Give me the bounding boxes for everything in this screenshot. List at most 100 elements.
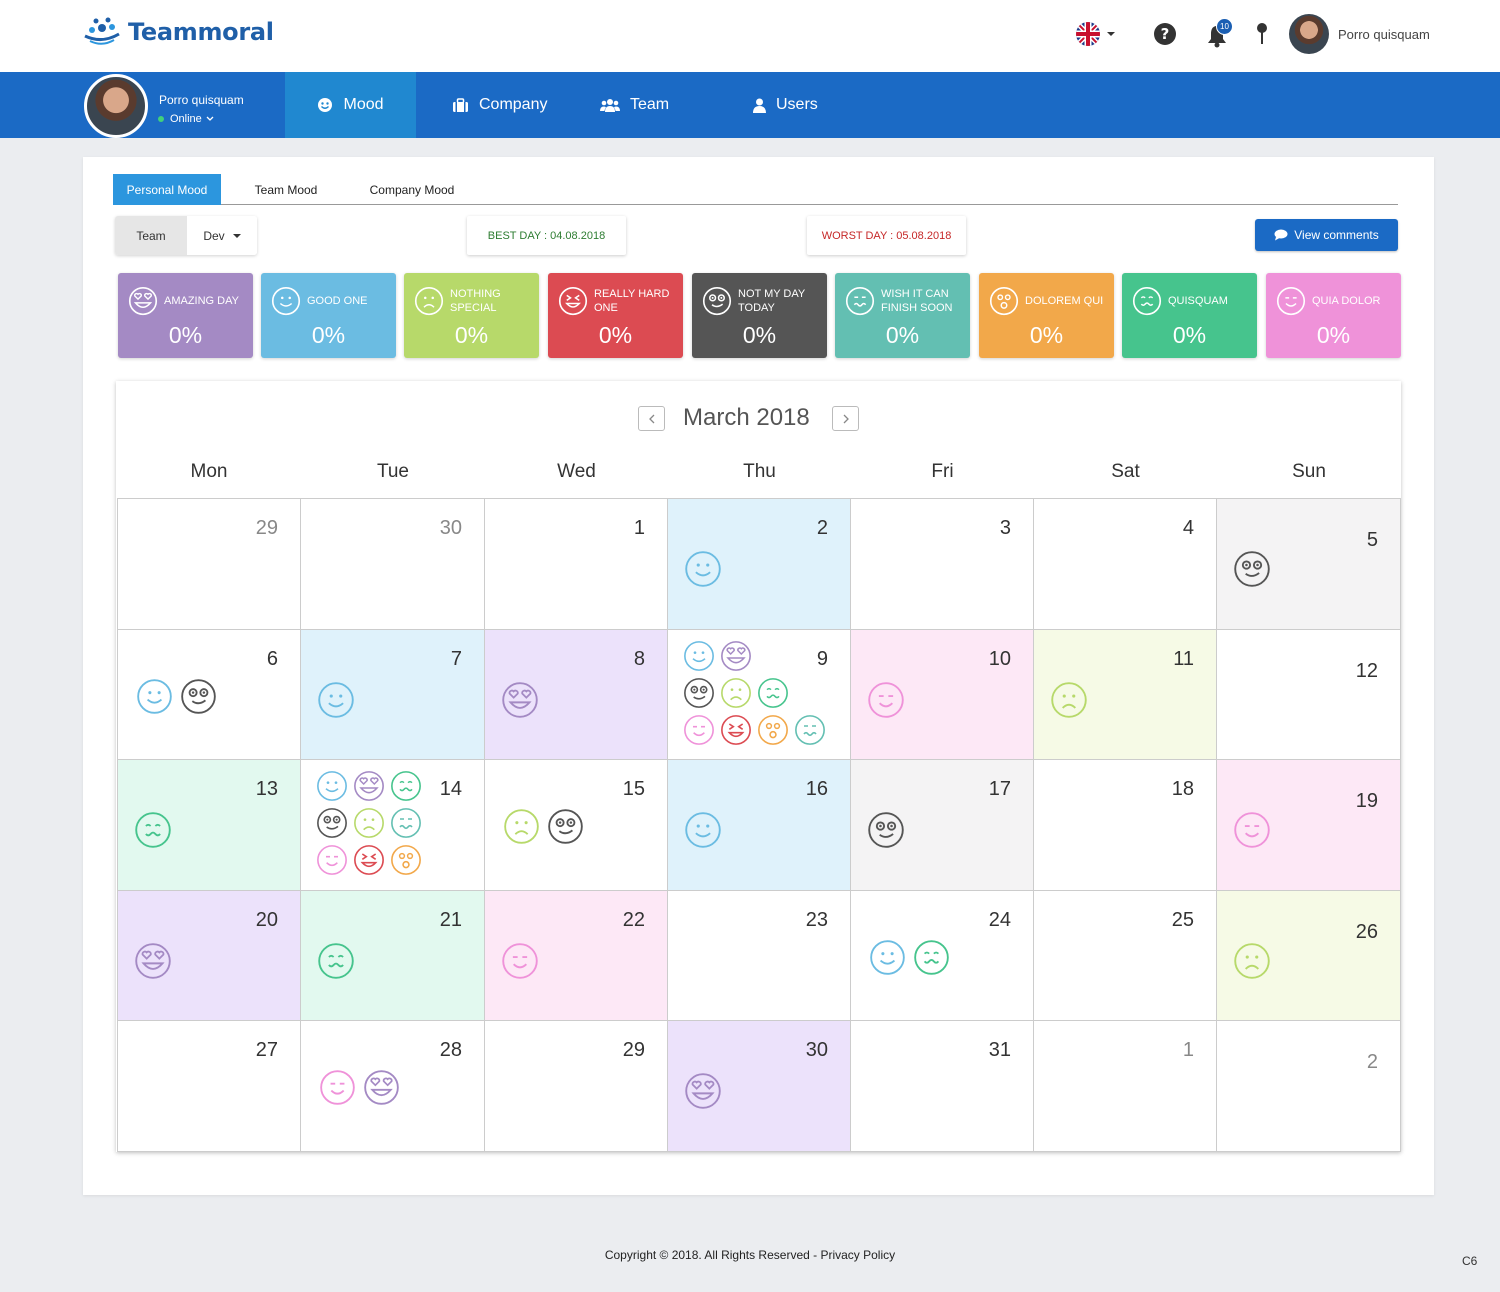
mood-tile-label: AMAZING DAY [164, 295, 239, 307]
footer-copyright[interactable]: Copyright © 2018. All Rights Reserved - … [0, 1248, 1500, 1262]
day-number: 15 [622, 778, 645, 800]
wink-face-icon [867, 681, 905, 724]
calendar-day[interactable]: 8 [485, 630, 668, 760]
mood-tile-quia[interactable]: QUIA DOLOR 0% [1266, 273, 1401, 358]
notifications-button[interactable]: 10 [1200, 14, 1234, 54]
calendar-day[interactable]: 29 [485, 1021, 668, 1152]
calendar-day[interactable]: 1 [485, 499, 668, 630]
mood-tile-notmy[interactable]: NOT MY DAY TODAY 0% [692, 273, 827, 358]
tab-company-mood[interactable]: Company Mood [359, 174, 465, 205]
calendar-day[interactable]: 28 [301, 1021, 485, 1152]
calendar-day[interactable]: 12 [1217, 630, 1401, 760]
online-dot-icon [158, 116, 164, 122]
calendar-day[interactable]: 16 [668, 760, 851, 891]
calendar-day[interactable]: 4 [1034, 499, 1217, 630]
brand-logo[interactable]: Teammoral [82, 14, 274, 50]
nav-item-label: Mood [343, 96, 384, 113]
day-number: 1 [1182, 1039, 1194, 1061]
wavy-smile-face-icon [913, 939, 950, 981]
heart-eyes-face-icon [501, 681, 539, 724]
comment-icon [1274, 229, 1288, 241]
profile-avatar[interactable] [84, 74, 148, 138]
calendar-day[interactable]: 14 [301, 760, 485, 891]
calendar-day[interactable]: 5 [1217, 499, 1401, 630]
calendar-day[interactable]: 21 [301, 891, 485, 1021]
pin-button[interactable] [1252, 14, 1272, 54]
calendar-day[interactable]: 26 [1217, 891, 1401, 1021]
day-number: 24 [988, 909, 1011, 931]
calendar-day[interactable]: 27 [117, 1021, 301, 1152]
mood-tile-amazing[interactable]: AMAZING DAY 0% [118, 273, 253, 358]
team-select[interactable]: Dev [187, 216, 257, 255]
mood-tile-hard[interactable]: REALLY HARD ONE 0% [548, 273, 683, 358]
language-selector[interactable] [1072, 14, 1118, 54]
calendar-day[interactable]: 30 [301, 499, 485, 630]
calendar-day[interactable]: 19 [1217, 760, 1401, 891]
calendar-day[interactable]: 3 [851, 499, 1034, 630]
calendar-day[interactable]: 25 [1034, 891, 1217, 1021]
calendar-title: March 2018 [683, 404, 810, 431]
squint-face-icon [558, 286, 588, 316]
view-comments-label: View comments [1294, 228, 1379, 242]
calendar-day[interactable]: 10 [851, 630, 1034, 760]
day-number: 17 [988, 778, 1011, 800]
calendar-day[interactable]: 13 [117, 760, 301, 891]
calendar-day[interactable]: 2 [668, 499, 851, 630]
wink-face-icon [501, 942, 539, 985]
smile-face-icon [684, 550, 722, 593]
user-icon [753, 98, 766, 113]
calendar-day[interactable]: 1 [1034, 1021, 1217, 1152]
mood-tile-wish[interactable]: WISH IT CAN FINISH SOON 0% [835, 273, 970, 358]
wink-face-icon [316, 844, 348, 881]
day-number: 30 [805, 1039, 828, 1061]
nav-item-users[interactable]: Users [753, 72, 818, 138]
prev-month-button[interactable] [638, 406, 665, 431]
briefcase-icon [453, 97, 468, 112]
help-button[interactable]: ? [1152, 14, 1178, 54]
best-day-badge: BEST DAY : 04.08.2018 [467, 216, 626, 255]
user-avatar[interactable] [1289, 14, 1329, 54]
mood-tile-good[interactable]: GOOD ONE 0% [261, 273, 396, 358]
user-name[interactable]: Porro quisquam [1338, 27, 1430, 42]
weekday-mon: Mon [190, 461, 228, 482]
calendar-day[interactable]: 9 [668, 630, 851, 760]
status-dropdown[interactable]: Online [158, 113, 214, 125]
view-comments-button[interactable]: View comments [1255, 219, 1398, 251]
calendar-day[interactable]: 23 [668, 891, 851, 1021]
calendar-day[interactable]: 7 [301, 630, 485, 760]
weekday-wed: Wed [557, 461, 596, 482]
nav-item-mood[interactable]: Mood [285, 72, 416, 138]
frown-face-icon [414, 286, 444, 316]
calendar-day[interactable]: 11 [1034, 630, 1217, 760]
calendar-day[interactable]: 6 [117, 630, 301, 760]
mood-tile-dolorem[interactable]: DOLOREM QUI 0% [979, 273, 1114, 358]
calendar-day[interactable]: 18 [1034, 760, 1217, 891]
mood-tile-nothing[interactable]: NOTHING SPECIAL 0% [404, 273, 539, 358]
next-month-button[interactable] [832, 406, 859, 431]
calendar-day[interactable]: 2 [1217, 1021, 1401, 1152]
calendar-day[interactable]: 24 [851, 891, 1034, 1021]
calendar-day[interactable]: 20 [117, 891, 301, 1021]
calendar-day[interactable]: 15 [485, 760, 668, 891]
day-number: 26 [1355, 921, 1378, 943]
day-number: 21 [439, 909, 462, 931]
calendar-day[interactable]: 30 [668, 1021, 851, 1152]
weekday-thu: Thu [743, 461, 776, 482]
smile-face-icon [869, 939, 906, 981]
mood-tile-label: DOLOREM QUI [1025, 295, 1104, 307]
day-number: 29 [255, 517, 278, 539]
calendar-day[interactable]: 29 [117, 499, 301, 630]
calendar-day[interactable]: 17 [851, 760, 1034, 891]
mood-tile-quisquam[interactable]: QUISQUAM 0% [1122, 273, 1257, 358]
wavy-smile-face-icon [317, 942, 355, 985]
nav-item-company[interactable]: Company [452, 72, 547, 138]
squint-face-icon [353, 844, 385, 881]
calendar-day[interactable]: 22 [485, 891, 668, 1021]
nav-item-team[interactable]: Team [600, 72, 669, 138]
day-number: 12 [1355, 660, 1378, 682]
tab-personal-mood[interactable]: Personal Mood [113, 174, 221, 205]
calendar-day[interactable]: 31 [851, 1021, 1034, 1152]
weekday-sat: Sat [1111, 461, 1140, 482]
mood-tabs: Personal Mood Team Mood Company Mood [113, 174, 1398, 205]
tab-team-mood[interactable]: Team Mood [241, 174, 331, 205]
